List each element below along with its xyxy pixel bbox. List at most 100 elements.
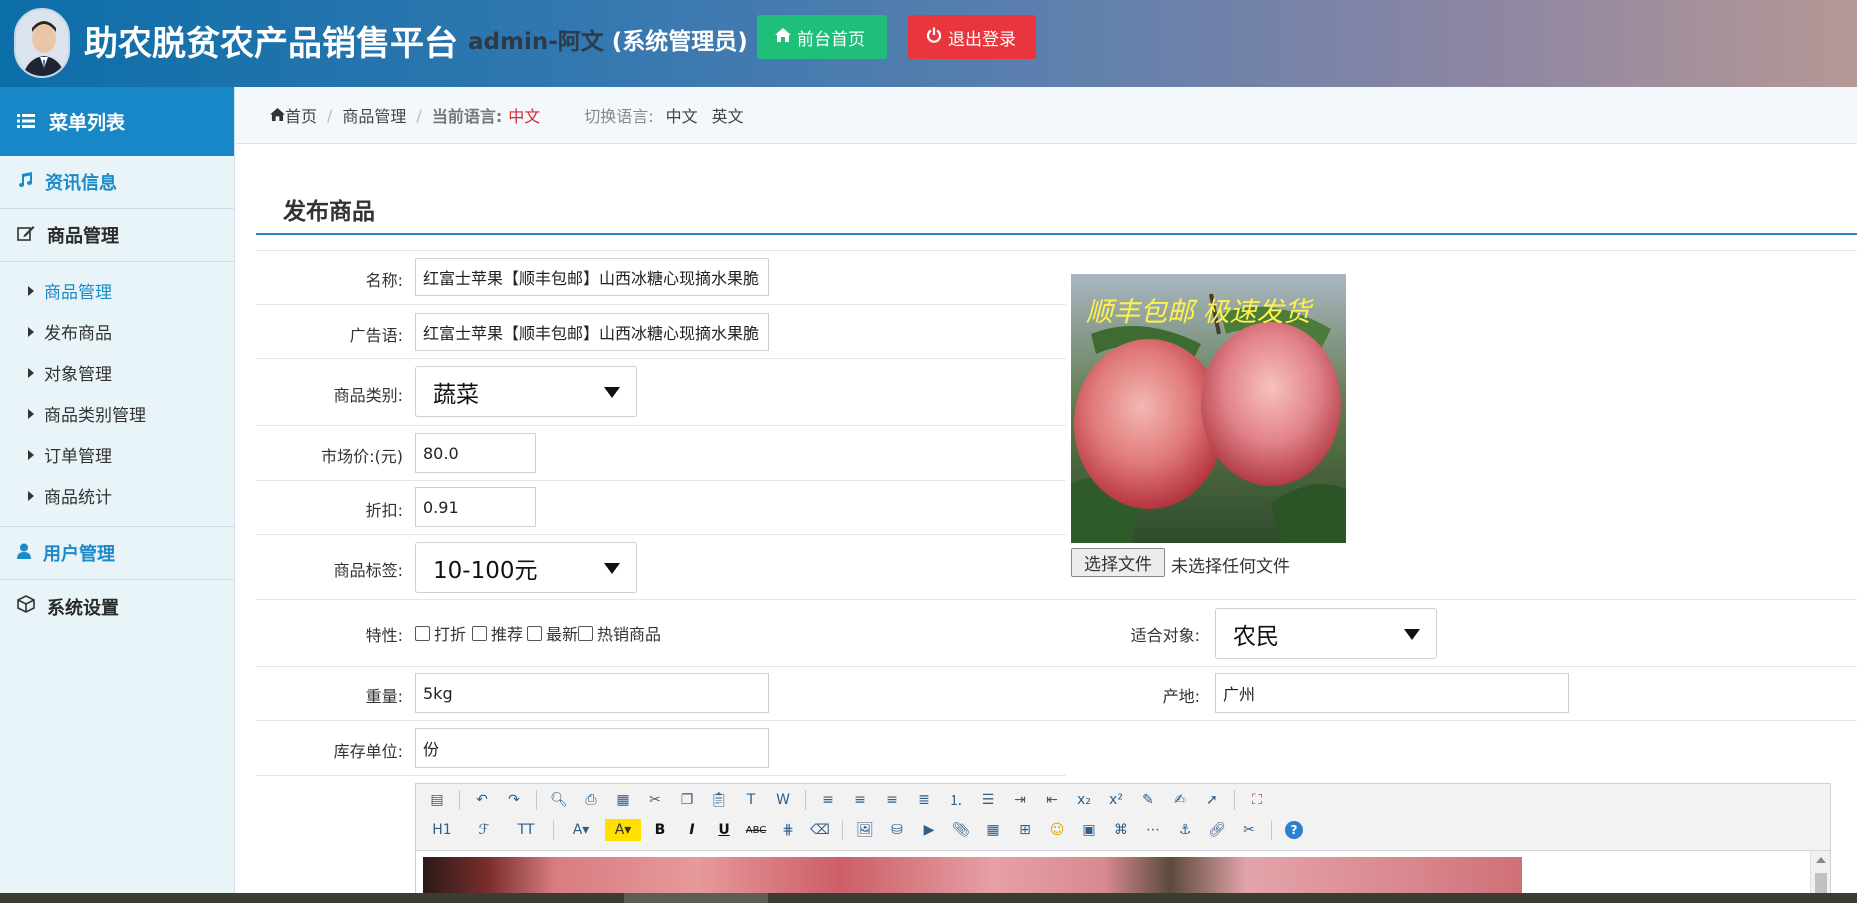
help-icon[interactable]: ? bbox=[1281, 819, 1307, 841]
scroll-up-arrow-icon[interactable] bbox=[1816, 857, 1826, 863]
line-height-icon[interactable]: ⋕ bbox=[775, 819, 801, 841]
code-icon[interactable]: ⌘ bbox=[1108, 819, 1134, 841]
indent-icon[interactable]: ⇥ bbox=[1007, 789, 1033, 811]
cut-icon[interactable]: ✂ bbox=[642, 789, 668, 811]
breadcrumb-separator: / bbox=[327, 105, 333, 125]
tag-select[interactable]: 10-100元 bbox=[415, 542, 637, 593]
underline-icon[interactable]: U bbox=[711, 819, 737, 841]
align-left-icon[interactable]: ≡ bbox=[815, 789, 841, 811]
subscript-icon[interactable]: x₂ bbox=[1071, 789, 1097, 811]
unlink-icon[interactable]: ✂ bbox=[1236, 819, 1262, 841]
print-icon[interactable]: ⎙ bbox=[578, 789, 604, 811]
checkbox-hot[interactable] bbox=[578, 625, 594, 641]
target-select[interactable]: 农民 bbox=[1215, 608, 1437, 659]
image-banner-text: 顺丰包邮 极速发货 bbox=[1086, 297, 1311, 328]
toolbar-separator bbox=[459, 790, 460, 810]
anchor-icon[interactable]: ⚓ bbox=[1172, 819, 1198, 841]
font-color-icon[interactable]: A▾ bbox=[563, 819, 599, 841]
fullscreen-icon[interactable]: ⛶ bbox=[1244, 789, 1270, 811]
italic-icon[interactable]: I bbox=[679, 819, 705, 841]
origin-input[interactable]: 广州 bbox=[1215, 673, 1569, 713]
row-divider bbox=[256, 666, 1857, 667]
submenu-category-manage[interactable]: 商品类别管理 bbox=[0, 393, 234, 434]
pointer-icon[interactable]: ➚ bbox=[1199, 789, 1225, 811]
logout-label: 退出登录 bbox=[948, 29, 1016, 50]
heading-dropdown-icon[interactable]: H1 bbox=[424, 819, 460, 841]
clear-format-icon[interactable]: ✎ bbox=[1135, 789, 1161, 811]
admin-username: admin-阿文 bbox=[468, 29, 604, 55]
checkbox-discount[interactable] bbox=[415, 625, 430, 641]
font-family-dropdown-icon[interactable]: ℱ bbox=[466, 819, 502, 841]
user-icon bbox=[17, 543, 31, 564]
link-icon[interactable]: 🔗︎ bbox=[1204, 819, 1230, 841]
front-home-button[interactable]: 前台首页 bbox=[757, 15, 887, 59]
align-justify-icon[interactable]: ≣ bbox=[911, 789, 937, 811]
weight-input[interactable]: 5kg bbox=[415, 673, 769, 713]
slogan-input[interactable]: 红富士苹果【顺丰包邮】山西冰糖心现摘水果脆 bbox=[415, 313, 769, 351]
redo-icon[interactable]: ↷ bbox=[501, 789, 527, 811]
align-right-icon[interactable]: ≡ bbox=[879, 789, 905, 811]
power-icon bbox=[926, 27, 942, 48]
sidebar-item-news[interactable]: 资讯信息 bbox=[0, 156, 234, 209]
checkbox-newest[interactable] bbox=[527, 625, 543, 641]
select-all-icon[interactable]: ✍ bbox=[1167, 789, 1193, 811]
logout-button[interactable]: 退出登录 bbox=[908, 15, 1036, 59]
align-center-icon[interactable]: ≡ bbox=[847, 789, 873, 811]
submenu-publish-goods-label: 发布商品 bbox=[44, 324, 112, 344]
category-select[interactable]: 蔬菜 bbox=[415, 366, 637, 417]
paste-word-icon[interactable]: W bbox=[770, 789, 796, 811]
breadcrumb-home[interactable]: 首页 bbox=[285, 103, 317, 127]
admin-avatar bbox=[14, 8, 70, 78]
preview-icon[interactable]: 🔍︎ bbox=[546, 789, 572, 811]
taskbar-item[interactable] bbox=[624, 893, 768, 903]
bold-icon[interactable]: B bbox=[647, 819, 673, 841]
stock-unit-input[interactable]: 份 bbox=[415, 728, 769, 768]
sidebar-item-settings[interactable]: 系统设置 bbox=[0, 580, 234, 633]
page-break-icon[interactable]: ⋯ bbox=[1140, 819, 1166, 841]
submenu-target-manage[interactable]: 对象管理 bbox=[0, 352, 234, 393]
market-price-input[interactable]: 80.0 bbox=[415, 433, 536, 473]
submenu-goods-manage[interactable]: 商品管理 bbox=[0, 270, 234, 311]
origin-label: 产地: bbox=[1162, 687, 1200, 706]
toolbar-separator bbox=[842, 820, 843, 840]
font-size-dropdown-icon[interactable]: TT bbox=[508, 819, 544, 841]
outdent-icon[interactable]: ⇤ bbox=[1039, 789, 1065, 811]
toolbar-separator bbox=[1234, 790, 1235, 810]
undo-icon[interactable]: ↶ bbox=[469, 789, 495, 811]
toolbar-separator bbox=[553, 820, 554, 840]
weight-label: 重量: bbox=[365, 687, 403, 706]
submenu-publish-goods[interactable]: 发布商品 bbox=[0, 311, 234, 352]
sidebar-item-goods[interactable]: 商品管理 bbox=[0, 209, 234, 262]
flash-icon[interactable]: ▶ bbox=[916, 819, 942, 841]
ordered-list-icon[interactable]: ⒈ bbox=[943, 789, 969, 811]
unordered-list-icon[interactable]: ☰ bbox=[975, 789, 1001, 811]
insert-row-icon[interactable]: ⊞ bbox=[1012, 819, 1038, 841]
image-insert-icon[interactable]: 🖼︎ bbox=[852, 819, 878, 841]
sidebar-item-users[interactable]: 用户管理 bbox=[0, 527, 234, 580]
paste-text-icon[interactable]: T bbox=[738, 789, 764, 811]
superscript-icon[interactable]: x² bbox=[1103, 789, 1129, 811]
table-icon[interactable]: ▦ bbox=[980, 819, 1006, 841]
emoticon-icon[interactable]: ☺ bbox=[1044, 819, 1070, 841]
eraser-icon[interactable]: ⌫ bbox=[807, 819, 833, 841]
copy-icon[interactable]: ❐ bbox=[674, 789, 700, 811]
menu-list-header: 菜单列表 bbox=[0, 87, 234, 156]
template-icon[interactable]: ▦ bbox=[610, 789, 636, 811]
map-icon[interactable]: ▣ bbox=[1076, 819, 1102, 841]
attachment-icon[interactable]: 📎︎ bbox=[948, 819, 974, 841]
submenu-order-manage[interactable]: 订单管理 bbox=[0, 434, 234, 475]
strikethrough-icon[interactable]: ABC bbox=[743, 819, 769, 841]
breadcrumb-section[interactable]: 商品管理 bbox=[342, 103, 406, 127]
highlight-color-icon[interactable]: A▾ bbox=[605, 819, 641, 841]
submenu-goods-stats[interactable]: 商品统计 bbox=[0, 475, 234, 516]
choose-file-button[interactable]: 选择文件 bbox=[1071, 548, 1165, 577]
source-code-icon[interactable]: ▤ bbox=[424, 789, 450, 811]
paste-icon[interactable]: 📋︎ bbox=[706, 789, 732, 811]
language-english-link[interactable]: 英文 bbox=[712, 103, 744, 127]
tag-select-value: 10-100元 bbox=[433, 557, 538, 584]
discount-input[interactable]: 0.91 bbox=[415, 487, 536, 527]
multi-image-icon[interactable]: ⛁ bbox=[884, 819, 910, 841]
language-chinese-link[interactable]: 中文 bbox=[666, 103, 698, 127]
checkbox-recommend[interactable] bbox=[472, 625, 488, 641]
name-input[interactable]: 红富士苹果【顺丰包邮】山西冰糖心现摘水果脆 bbox=[415, 258, 769, 296]
